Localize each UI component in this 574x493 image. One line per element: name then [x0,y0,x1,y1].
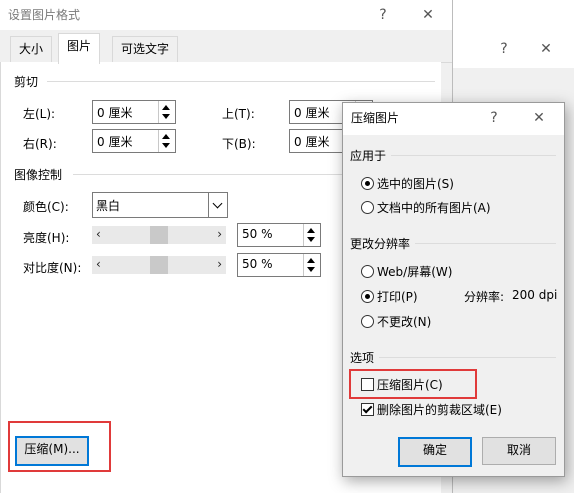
crop-top-label: 上(T): [222,107,255,121]
ok-button[interactable]: 确定 [398,437,472,467]
color-value: 黑白 [96,199,121,213]
print-label[interactable]: 打印(P) [377,288,418,305]
divider [391,155,556,156]
compress-button[interactable]: 压缩(M)... [15,436,89,466]
spinner-arrows[interactable] [158,101,175,123]
brightness-spinner[interactable]: 50 % [237,223,321,247]
dialog-title: 设置图片格式 [8,8,81,22]
brightness-label: 亮度(H): [23,231,70,245]
divider [379,357,556,358]
compress-pictures-checkbox[interactable] [361,378,374,391]
apply-selected-label[interactable]: 选中的图片(S) [377,175,454,192]
color-select[interactable]: 黑白 [92,192,228,218]
spinner-arrows[interactable] [303,254,320,276]
crop-section-title: 剪切 [14,75,39,89]
tab-size[interactable]: 大小 [10,36,53,63]
tab-alt-text[interactable]: 可选文字 [112,36,179,63]
tab-picture[interactable]: 图片 [58,33,101,64]
contrast-spinner[interactable]: 50 % [237,253,321,277]
dialog-title: 压缩图片 [351,111,400,125]
chevron-down-icon[interactable] [208,193,227,217]
compress-pictures-label[interactable]: 压缩图片(C) [377,376,443,393]
slider-right-arrow-icon[interactable]: › [217,227,222,241]
crop-left-spinner[interactable]: 0 厘米 [92,100,176,124]
spinner-arrows[interactable] [303,224,320,246]
slider-right-arrow-icon[interactable]: › [217,257,222,271]
dpi-label: 分辨率: [464,290,505,304]
apply-all-radio[interactable] [361,201,374,214]
divider [47,81,435,82]
cancel-button[interactable]: 取消 [482,437,556,465]
crop-right-spinner[interactable]: 0 厘米 [92,129,176,153]
contrast-slider[interactable]: ‹ › [92,256,226,274]
crop-left-value: 0 厘米 [97,106,133,120]
apply-all-label[interactable]: 文档中的所有图片(A) [377,199,491,216]
web-screen-label[interactable]: Web/屏幕(W) [377,263,452,280]
help-icon[interactable]: ? [489,36,519,62]
apply-selected-radio[interactable] [361,177,374,190]
brightness-slider-thumb[interactable] [150,226,168,244]
crop-right-label: 右(R): [23,137,57,151]
options-section-title: 选项 [350,351,375,365]
contrast-value: 50 % [242,257,273,271]
brightness-slider[interactable]: ‹ › [92,226,226,244]
close-icon[interactable]: ✕ [531,36,561,62]
crop-bottom-value: 0 厘米 [294,135,330,149]
background-dialog-titlebar: ? ✕ [453,34,574,68]
no-change-radio[interactable] [361,315,374,328]
dpi-value: 200 dpi [512,288,558,302]
help-icon[interactable]: ? [479,105,509,131]
image-control-section-title: 图像控制 [14,168,63,182]
close-icon[interactable]: ✕ [524,105,554,131]
crop-right-value: 0 厘米 [97,135,133,149]
delete-crop-label[interactable]: 删除图片的剪裁区域(E) [377,401,502,418]
no-change-label[interactable]: 不更改(N) [377,313,431,330]
crop-top-value: 0 厘米 [294,106,330,120]
web-screen-radio[interactable] [361,265,374,278]
crop-left-label: 左(L): [23,107,56,121]
dialog-titlebar: 压缩图片 ? ✕ [343,103,564,135]
spinner-arrows[interactable] [158,130,175,152]
dialog-titlebar: 设置图片格式 ? ✕ [0,0,452,30]
compress-pictures-dialog: 压缩图片 ? ✕ 应用于 选中的图片(S) 文档中的所有图片(A) 更改分辨率 … [342,102,565,477]
color-label: 颜色(C): [23,200,69,214]
slider-left-arrow-icon[interactable]: ‹ [96,227,101,241]
print-radio[interactable] [361,290,374,303]
brightness-value: 50 % [242,227,273,241]
divider [415,243,556,244]
resolution-section-title: 更改分辨率 [350,237,411,251]
contrast-label: 对比度(N): [23,261,82,275]
apply-to-section-title: 应用于 [350,149,387,163]
slider-left-arrow-icon[interactable]: ‹ [96,257,101,271]
crop-bottom-label: 下(B): [222,137,256,151]
close-icon[interactable]: ✕ [413,2,443,28]
contrast-slider-thumb[interactable] [150,256,168,274]
delete-crop-checkbox[interactable] [361,403,374,416]
help-icon[interactable]: ? [368,2,398,28]
